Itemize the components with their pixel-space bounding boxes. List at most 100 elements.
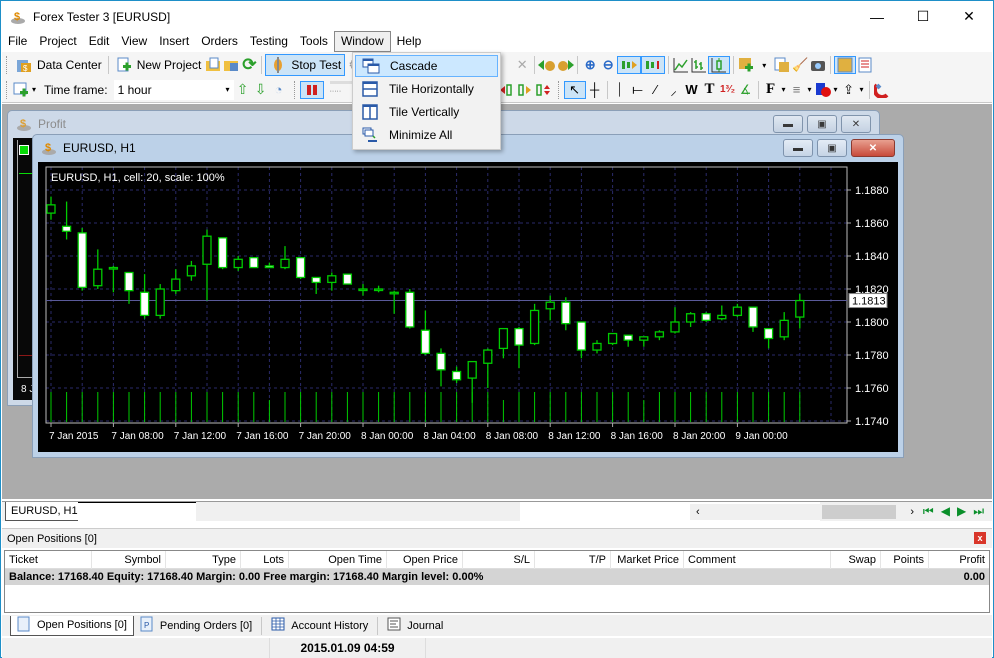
move-left-icon[interactable] [499, 81, 518, 99]
menu-item-tile-horizontally[interactable]: Tile Horizontally [355, 78, 498, 100]
menu-file[interactable]: File [2, 31, 33, 52]
eurusd-chart-window[interactable]: $ EURUSD, H1 ▬ ▣ ✕ 1.1880 1.1860 1.1840 1.1… [32, 134, 904, 458]
timeframe-select[interactable]: 1 hour ▾ [113, 79, 234, 100]
col-lots[interactable]: Lots [241, 550, 289, 569]
clear-icon[interactable]: 🧹 [791, 56, 809, 74]
col-swap[interactable]: Swap [831, 550, 881, 569]
vertical-line-icon[interactable]: ⏐ [611, 81, 629, 99]
move-updown-icon[interactable] [535, 81, 554, 99]
cursor-icon[interactable]: ↖ [563, 80, 586, 99]
ray-icon[interactable]: ⸝ [665, 81, 683, 99]
shapes-icon[interactable] [814, 81, 832, 99]
zoom-out-icon[interactable]: ⊖ [599, 56, 617, 74]
open-project-icon[interactable] [204, 56, 222, 74]
buy-icon[interactable] [538, 56, 556, 74]
clock-settings-icon[interactable]: ◔ [270, 81, 288, 99]
last-tab-icon[interactable]: ⏭ [973, 504, 984, 519]
col-points[interactable]: Points [881, 550, 929, 569]
horizontal-line-icon[interactable]: ⟝ [629, 81, 647, 99]
timeframe-up-icon[interactable]: ⇧ [234, 81, 252, 99]
info-icon[interactable] [773, 56, 791, 74]
data-center-button[interactable]: $ Data Center [12, 54, 105, 76]
menu-item-cascade[interactable]: Cascade [355, 55, 498, 77]
price-chart[interactable]: 1.1880 1.1860 1.1840 1.1820 1.1800 1.1780 1.17… [38, 162, 898, 452]
col-sl[interactable]: S/L [463, 550, 535, 569]
menu-help[interactable]: Help [391, 31, 428, 52]
line-chart-icon[interactable] [672, 56, 690, 74]
lines-icon[interactable]: ≡ [788, 81, 806, 99]
bar-chart-icon[interactable] [690, 56, 708, 74]
next-tab-icon[interactable]: ▶ [957, 504, 966, 519]
col-symbol[interactable]: Symbol [92, 550, 166, 569]
menu-view[interactable]: View [115, 31, 153, 52]
magnet-icon[interactable] [873, 81, 891, 99]
refresh-icon[interactable]: ⟳ [240, 55, 258, 74]
candlestick-chart[interactable]: 1.18801.18601.18401.18201.18001.17801.17… [38, 162, 898, 452]
menu-tools[interactable]: Tools [294, 31, 334, 52]
col-tp[interactable]: T/P [535, 550, 611, 569]
col-ticket[interactable]: Ticket [5, 550, 92, 569]
menu-window[interactable]: Window [333, 31, 391, 52]
menu-orders[interactable]: Orders [195, 31, 244, 52]
dropdown-icon[interactable]: ▾ [858, 81, 866, 99]
maximize-button[interactable]: ☐ [900, 2, 946, 31]
new-project-button[interactable]: New Project [112, 54, 205, 76]
text-icon[interactable]: T [701, 81, 719, 99]
scrollbar-thumb[interactable] [822, 505, 896, 519]
menu-edit[interactable]: Edit [83, 31, 116, 52]
dropdown-icon[interactable]: ▾ [30, 81, 38, 99]
wave-icon[interactable]: W [683, 81, 701, 99]
prev-tab-icon[interactable]: ◀ [941, 504, 950, 519]
dropdown-icon[interactable]: ▾ [832, 81, 840, 99]
tile-windows-icon[interactable] [834, 56, 857, 74]
arrows-icon[interactable]: ⇪ [840, 81, 858, 99]
scroll-left-arrow[interactable]: ‹ [696, 506, 700, 518]
panel-close-button[interactable]: x [974, 532, 986, 544]
toolbar-grip[interactable] [6, 80, 9, 99]
col-open-price[interactable]: Open Price [387, 550, 463, 569]
list-icon[interactable] [856, 56, 874, 74]
profit-maximize-button[interactable]: ▣ [807, 115, 837, 133]
save-project-icon[interactable] [222, 56, 240, 74]
menu-item-tile-vertically[interactable]: Tile Vertically [355, 101, 498, 123]
chart-horizontal-scrollbar[interactable]: ‹ › [690, 504, 920, 520]
sell-icon[interactable] [556, 56, 575, 74]
tab-account-history[interactable]: Account History [265, 616, 374, 636]
menu-project[interactable]: Project [33, 31, 82, 52]
chart-minimize-button[interactable]: ▬ [783, 139, 813, 157]
pause-icon[interactable] [299, 80, 324, 99]
menu-testing[interactable]: Testing [244, 31, 294, 52]
profit-close-button[interactable]: ✕ [841, 115, 871, 133]
close-chart-icon[interactable]: ✕ [513, 56, 531, 74]
dropdown-icon[interactable]: ▾ [780, 81, 788, 99]
minimize-button[interactable]: — [854, 2, 900, 31]
stop-test-button[interactable]: Stop Test [265, 54, 346, 76]
tab-pending-orders[interactable]: P Pending Orders [0] [134, 616, 258, 636]
timeframe-down-icon[interactable]: ⇩ [252, 81, 270, 99]
col-open-time[interactable]: Open Time [289, 550, 387, 569]
move-right-icon[interactable] [517, 81, 536, 99]
tab-open-positions[interactable]: Open Positions [0] [10, 615, 134, 636]
trend-line-icon[interactable]: ⁄ [647, 81, 665, 99]
scroll-right-arrow[interactable]: › [910, 506, 914, 518]
add-indicator-icon[interactable] [737, 56, 755, 74]
menu-insert[interactable]: Insert [153, 31, 195, 52]
col-market-price[interactable]: Market Price [611, 550, 684, 569]
tab-eurusd-h1[interactable]: EURUSD, H1 [5, 502, 84, 521]
crosshair-icon[interactable]: ┼ [586, 81, 604, 99]
col-comment[interactable]: Comment [684, 550, 831, 569]
col-profit[interactable]: Profit [929, 551, 989, 569]
menu-item-minimize-all[interactable]: Minimize All [355, 124, 498, 146]
col-type[interactable]: Type [166, 550, 241, 569]
chart-maximize-button[interactable]: ▣ [817, 139, 847, 157]
chart-shift-icon[interactable] [617, 56, 642, 74]
autoscroll-icon[interactable] [641, 56, 666, 74]
channel-icon[interactable]: ∡ [737, 81, 755, 99]
tab-journal[interactable]: Journal [381, 616, 449, 636]
fibonacci-icon[interactable]: 1³⁄₂ [719, 81, 737, 99]
new-chart-icon[interactable] [12, 81, 30, 99]
candle-chart-icon[interactable] [708, 56, 731, 74]
close-button[interactable]: ✕ [946, 2, 992, 31]
chart-close-button[interactable]: ✕ [851, 139, 895, 157]
toolbar-grip[interactable] [6, 56, 9, 74]
